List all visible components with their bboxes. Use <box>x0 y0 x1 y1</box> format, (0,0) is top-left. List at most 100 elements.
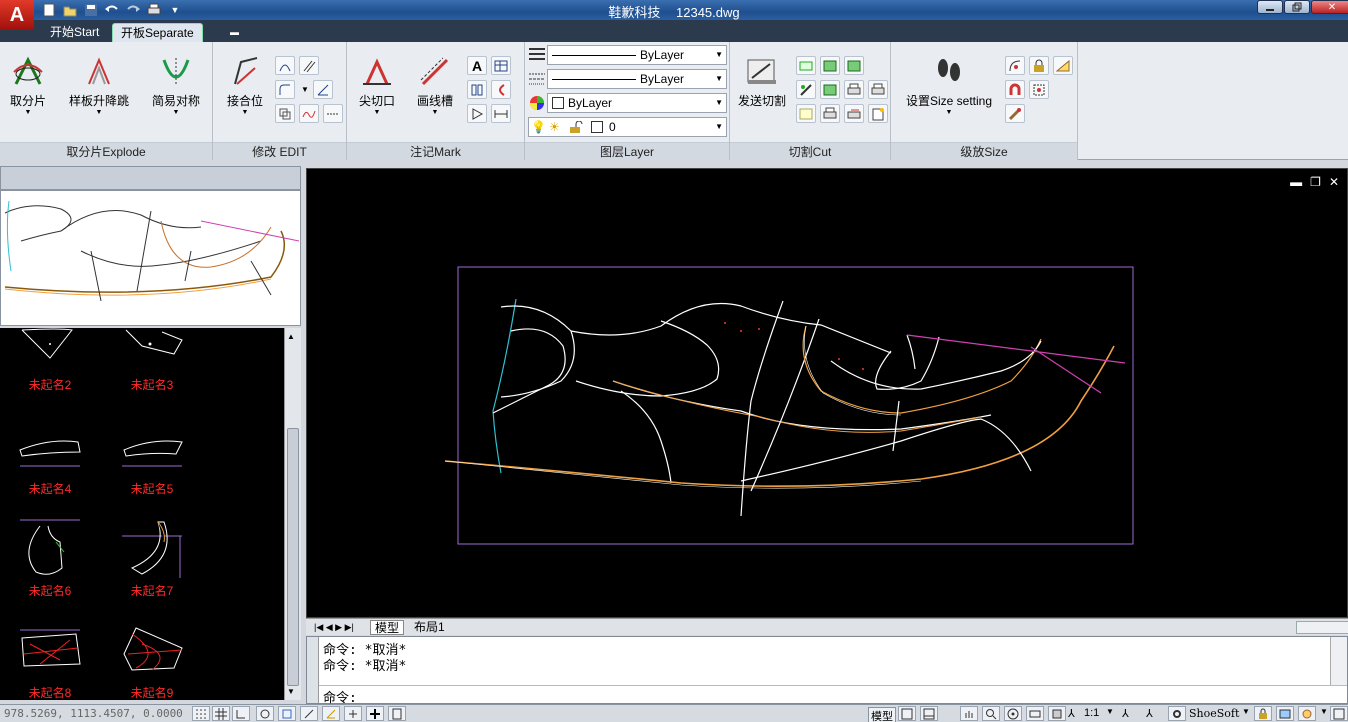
tab-start[interactable]: 开始Start <box>42 23 107 42</box>
wave-line-icon[interactable] <box>299 104 319 123</box>
layout-nav-icon[interactable]: |◀ ◀ ▶ ▶| <box>310 620 358 635</box>
showmotion-icon[interactable] <box>1026 706 1044 721</box>
thumbnail-item[interactable]: 未起名2 <box>0 328 100 428</box>
simple-symmetry-button[interactable]: 简易对称 ▼ <box>143 54 209 117</box>
annotation-scale-value[interactable]: 1:1 <box>1084 707 1099 719</box>
app-logo-button[interactable]: A <box>0 0 34 30</box>
restore-button[interactable] <box>1284 0 1310 14</box>
zoom-icon[interactable] <box>982 706 1000 721</box>
thumbnail-scrollbar[interactable]: ▲ ▼ <box>284 328 301 700</box>
polar-icon[interactable] <box>256 706 274 721</box>
note-icon[interactable] <box>796 104 816 123</box>
lineweight-toggle-icon[interactable] <box>366 706 384 721</box>
explode-dropdown-icon[interactable]: ▼ <box>0 109 60 117</box>
panel-title-edit[interactable]: 修改 EDIT <box>213 142 346 160</box>
toolbar-lock-icon[interactable] <box>1254 706 1272 721</box>
parallel-lines-icon[interactable] <box>299 56 319 75</box>
thumbnail-item[interactable]: 未起名8 <box>0 628 100 700</box>
color-combo[interactable]: ByLayer ▼ <box>547 93 727 113</box>
magnet-icon[interactable] <box>1005 80 1025 99</box>
layout-view-2-icon[interactable] <box>920 706 938 721</box>
sheet-green-2-icon[interactable] <box>844 56 864 75</box>
size-dropdown-icon[interactable]: ▼ <box>901 109 997 117</box>
tab-separate[interactable]: 开板Separate <box>112 23 203 42</box>
workspace-dropdown-icon[interactable]: ▼ <box>1242 707 1250 716</box>
thumbnail-item[interactable]: 未起名9 <box>102 627 202 700</box>
dashed-line-icon[interactable] <box>323 104 343 123</box>
pattern-thumbnail-list[interactable]: 未起名2 未起名3 未起名4 未起名5 未起名6 未起名7 未起名8 未起名9 <box>0 328 284 700</box>
linetype-combo[interactable]: ByLayer ▼ <box>547 45 727 65</box>
pan-hand-icon[interactable] <box>960 706 978 721</box>
lineweight-combo[interactable]: ByLayer ▼ <box>547 69 727 89</box>
corner-arc-icon[interactable] <box>275 80 295 99</box>
minimize-button[interactable] <box>1257 0 1283 14</box>
copy-pattern-icon[interactable] <box>275 104 295 123</box>
steering-wheel-icon[interactable] <box>1004 706 1022 721</box>
workspace-name[interactable]: ShoeSoft <box>1189 707 1239 720</box>
tab-model[interactable]: 模型 <box>370 620 405 635</box>
thumbnail-item[interactable]: 未起名3 <box>102 328 202 428</box>
grade-jump-dropdown-icon[interactable]: ▼ <box>66 109 132 117</box>
command-input-row[interactable]: 命令: <box>319 685 1347 706</box>
arc-grade-icon[interactable] <box>1005 56 1025 75</box>
view-cube-icon[interactable] <box>1048 706 1066 721</box>
hardware-accel-icon[interactable] <box>1276 706 1294 721</box>
tab-layout1[interactable]: 布局1 <box>410 620 449 635</box>
horizontal-scrollbar[interactable] <box>1296 621 1348 634</box>
trim-curve-icon[interactable] <box>275 56 295 75</box>
symmetry-dropdown-icon[interactable]: ▼ <box>143 109 209 117</box>
workspace-gear-icon[interactable] <box>1168 706 1186 721</box>
scroll-down-icon[interactable]: ▼ <box>287 687 295 696</box>
auto-scale-icon[interactable]: ⅄ <box>1146 707 1153 720</box>
size-setting-button[interactable]: 设置Size setting ▼ <box>901 54 997 117</box>
pattern-preview[interactable] <box>0 190 301 326</box>
quick-properties-icon[interactable] <box>388 706 406 721</box>
sheet-export-icon[interactable] <box>820 80 840 99</box>
measure-angle-icon[interactable] <box>313 80 333 99</box>
command-window-handle[interactable] <box>307 637 319 703</box>
model-space-toggle[interactable]: 模型 <box>868 707 896 722</box>
notch-button[interactable]: 尖切口 ▼ <box>345 54 409 117</box>
ribbon-minimize-icon[interactable]: ▬ <box>222 23 247 42</box>
thumbnail-item[interactable]: 未起名7 <box>102 520 202 620</box>
groove-dropdown-icon[interactable]: ▼ <box>403 109 467 117</box>
new-sheet-icon[interactable] <box>868 104 888 123</box>
dimension-icon[interactable] <box>491 104 511 123</box>
draw-groove-button[interactable]: 画线槽 ▼ <box>403 54 467 117</box>
panel-title-layer[interactable]: 图层Layer <box>525 142 729 160</box>
layout-view-icon[interactable] <box>898 706 916 721</box>
grade-jump-button[interactable]: 样板升降跳 ▼ <box>66 54 132 117</box>
snap-grid-icon[interactable] <box>192 706 210 721</box>
explode-piece-button[interactable]: 取分片 ▼ <box>0 54 60 117</box>
arc-mark-icon[interactable] <box>491 80 511 99</box>
sheet-green-icon[interactable] <box>820 56 840 75</box>
dynamic-input-icon[interactable] <box>344 706 362 721</box>
grid-display-icon[interactable] <box>212 706 230 721</box>
cut-tool-icon[interactable] <box>796 80 816 99</box>
object-snap-icon[interactable] <box>278 706 296 721</box>
ortho-icon[interactable] <box>232 706 250 721</box>
rect-green-icon[interactable] <box>796 56 816 75</box>
grade-points-icon[interactable] <box>1029 80 1049 99</box>
plot-icon[interactable] <box>820 104 840 123</box>
otrack-icon[interactable] <box>300 706 318 721</box>
scroll-up-icon[interactable]: ▲ <box>287 332 295 341</box>
annotation-scale-icon[interactable]: ⅄ <box>1068 707 1075 720</box>
play-triangle-icon[interactable] <box>467 104 487 123</box>
joint-position-button[interactable]: 接合位 ▼ <box>213 54 277 117</box>
panel-title-size[interactable]: 级放Size <box>891 142 1077 160</box>
command-scrollbar[interactable] <box>1330 637 1347 685</box>
table-icon[interactable] <box>491 56 511 75</box>
clean-screen-icon[interactable] <box>1330 706 1348 721</box>
lock-icon[interactable] <box>1029 56 1049 75</box>
layer-combo[interactable]: 💡 ☀ 0 ▼ <box>528 117 727 137</box>
ruler-triangle-icon[interactable] <box>1053 56 1073 75</box>
panel-title-cut[interactable]: 切割Cut <box>730 142 890 160</box>
panel-title-explode[interactable]: 取分片Explode <box>0 142 212 160</box>
close-button[interactable]: ✕ <box>1311 0 1348 14</box>
scale-dropdown-icon[interactable]: ▼ <box>1106 707 1114 716</box>
joint-dropdown-icon[interactable]: ▼ <box>213 109 277 117</box>
corner-dropdown-icon[interactable]: ▼ <box>299 80 311 99</box>
isolate-objects-icon[interactable] <box>1298 706 1316 721</box>
thumbnail-item[interactable]: 未起名6 <box>0 519 100 620</box>
